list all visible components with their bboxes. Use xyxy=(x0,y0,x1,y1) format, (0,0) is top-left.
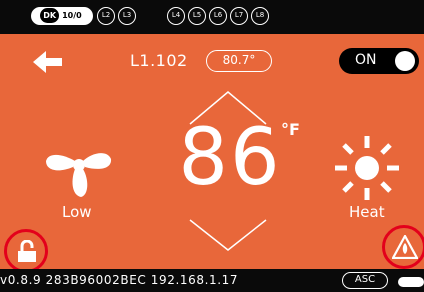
level-button-l4[interactable]: L4 xyxy=(167,7,185,25)
warning-triangle-icon[interactable] xyxy=(392,235,418,259)
system-mode-label: Heat xyxy=(349,203,385,221)
thermostat-screen: DK 10/0 L2 L3 L4 L5 L6 L7 L8 L1.102 80.7°… xyxy=(0,0,424,292)
active-level-label: 10/0 xyxy=(62,11,82,20)
fan-icon[interactable] xyxy=(44,130,114,200)
asc-button[interactable]: ASC xyxy=(342,272,388,289)
level-button-l2[interactable]: L2 xyxy=(97,7,115,25)
setpoint-badge[interactable]: 80.7° xyxy=(206,50,272,72)
device-info: v0.8.9 283B96002BEC 192.168.1.17 xyxy=(0,273,239,287)
fan-mode-label: Low xyxy=(62,203,92,221)
lock-highlight-circle xyxy=(4,229,48,273)
level-bar: DK 10/0 L2 L3 L4 L5 L6 L7 L8 xyxy=(0,0,424,34)
unlocked-padlock-icon[interactable] xyxy=(16,240,38,264)
toggle-knob xyxy=(395,51,415,71)
back-arrow-icon[interactable] xyxy=(33,50,63,74)
sun-icon[interactable] xyxy=(327,128,407,208)
power-toggle[interactable]: ON xyxy=(339,48,419,74)
alert-highlight-circle xyxy=(382,225,424,269)
status-toggle[interactable] xyxy=(398,277,424,287)
level-dk-pill[interactable]: DK 10/0 xyxy=(31,7,93,25)
status-bar: v0.8.9 283B96002BEC 192.168.1.17 ASC xyxy=(0,269,424,292)
level-button-l6[interactable]: L6 xyxy=(209,7,227,25)
power-toggle-label: ON xyxy=(355,52,377,68)
level-button-l5[interactable]: L5 xyxy=(188,7,206,25)
level-button-l3[interactable]: L3 xyxy=(118,7,136,25)
temperature-unit: °F xyxy=(281,120,300,139)
dk-badge: DK xyxy=(40,8,60,23)
level-button-l8[interactable]: L8 xyxy=(251,7,269,25)
zone-name: L1.102 xyxy=(130,51,188,70)
level-button-l7[interactable]: L7 xyxy=(230,7,248,25)
temp-down-chevron-icon[interactable] xyxy=(188,218,268,252)
